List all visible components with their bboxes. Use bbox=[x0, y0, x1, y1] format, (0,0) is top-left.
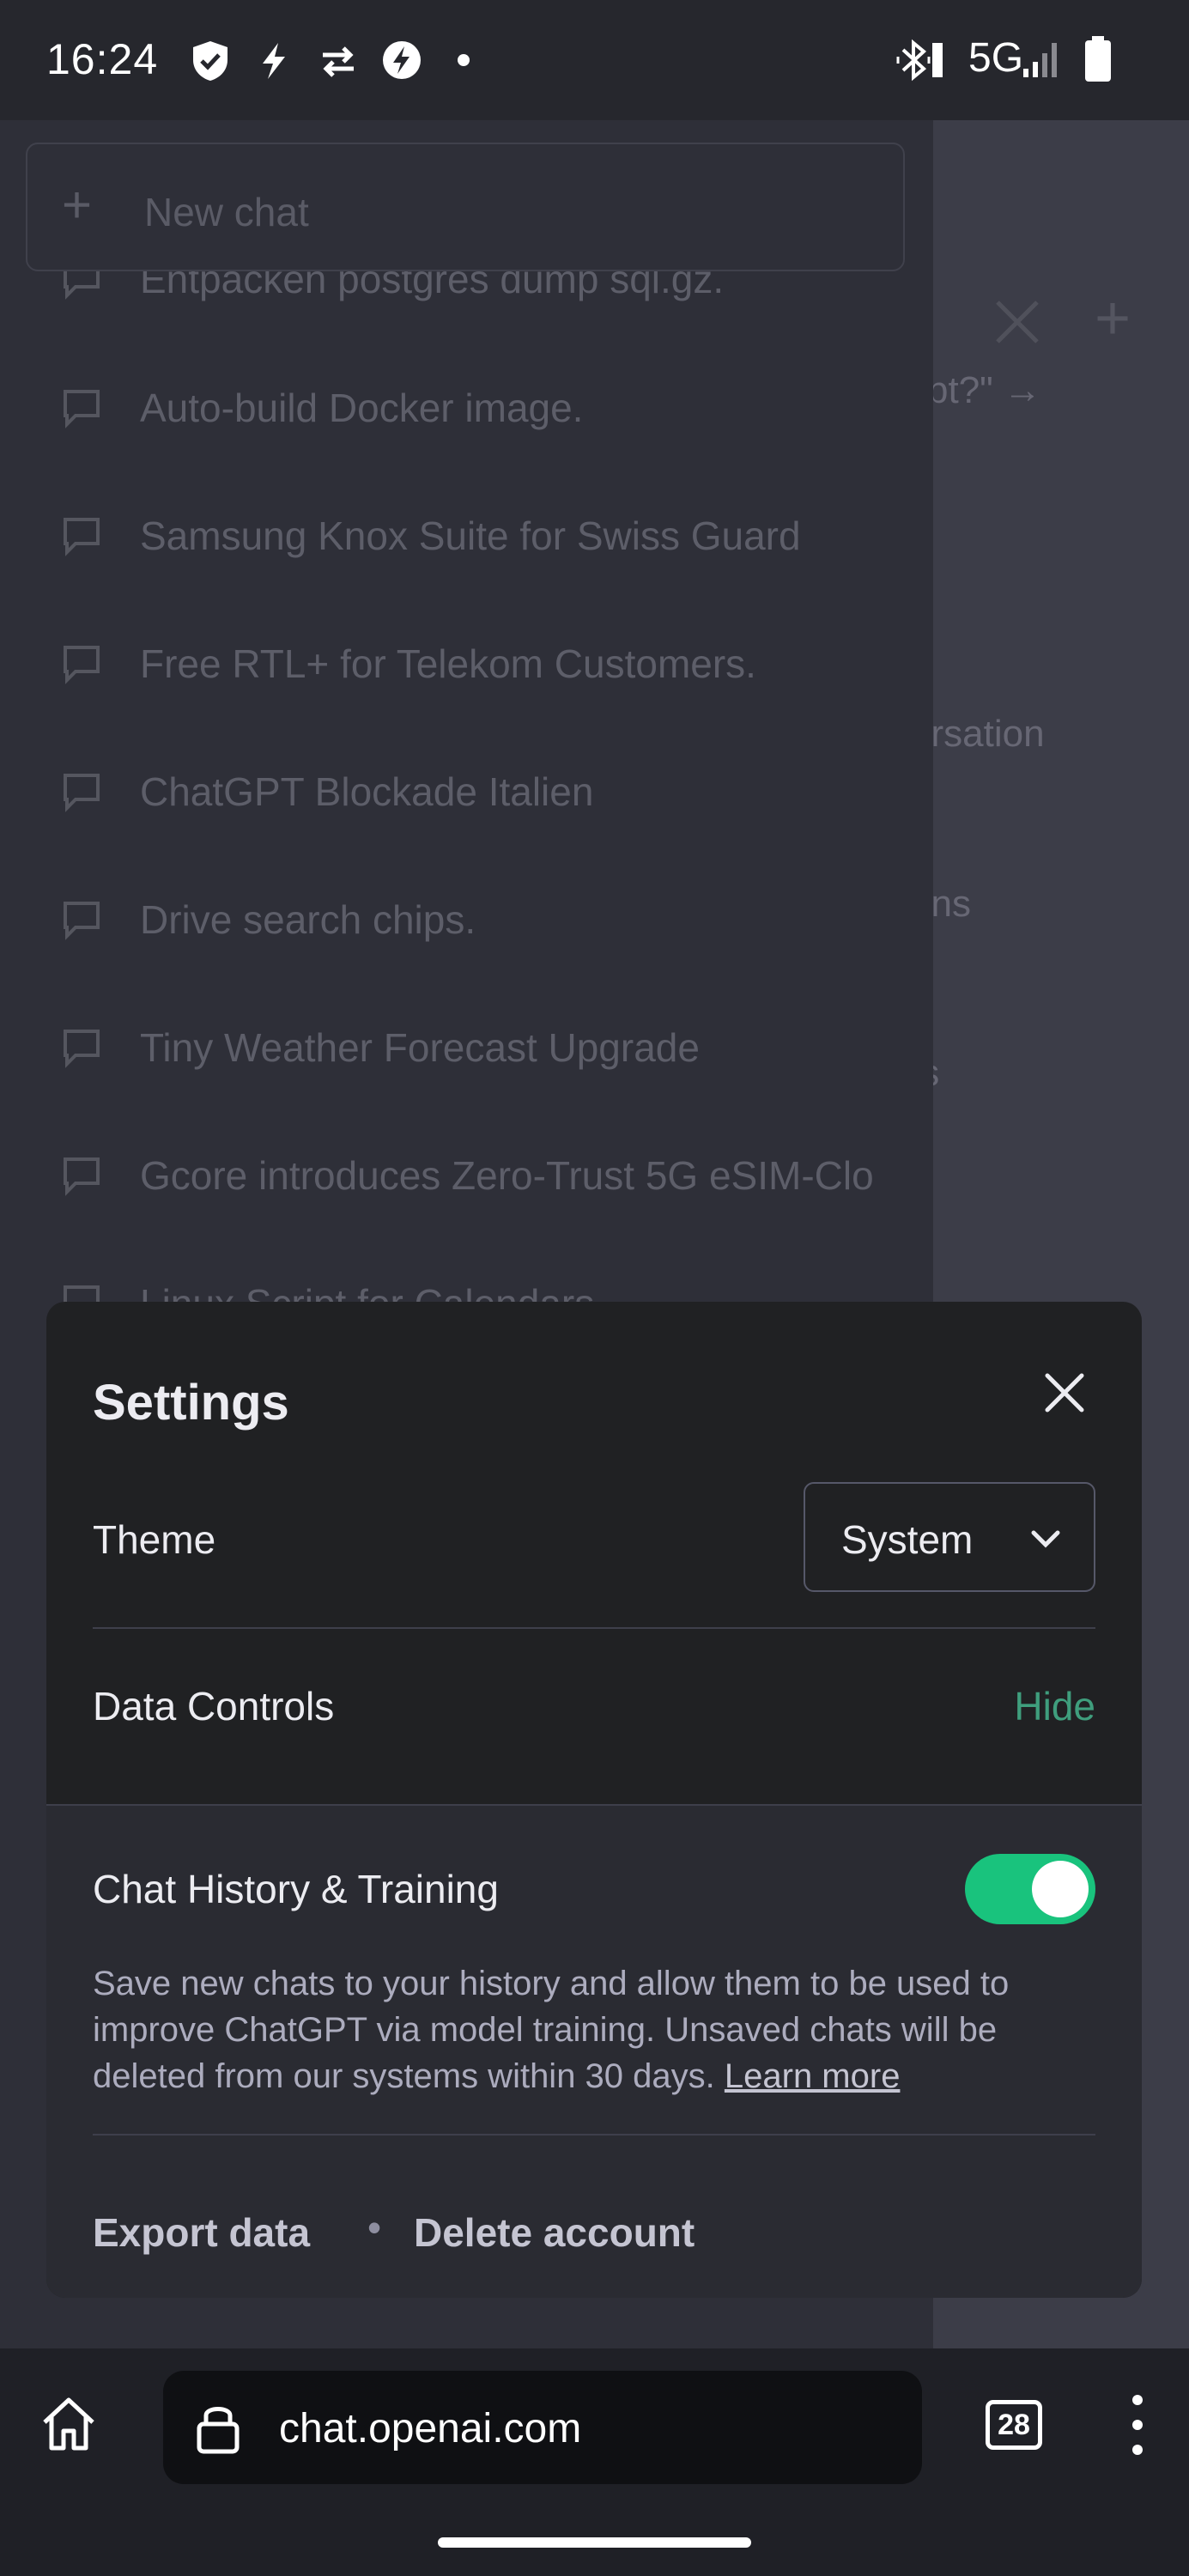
more-options-icon[interactable] bbox=[1125, 2395, 1150, 2464]
separator-dot: • bbox=[367, 2205, 382, 2250]
chat-bubble-icon bbox=[64, 902, 100, 940]
toggle-knob bbox=[1032, 1861, 1089, 1917]
divider bbox=[93, 1627, 1095, 1629]
status-bar: 16:24 5G bbox=[0, 0, 1189, 120]
history-item-label: Tiny Weather Forecast Upgrade bbox=[140, 1025, 700, 1070]
chat-history-toggle[interactable] bbox=[965, 1854, 1095, 1924]
dot-icon bbox=[458, 54, 470, 66]
address-bar[interactable]: chat.openai.com bbox=[163, 2371, 922, 2484]
sidebar-history-item[interactable]: Gcore introduces Zero-Trust 5G eSIM-Clo bbox=[0, 1128, 933, 1231]
history-item-label: Drive search chips. bbox=[140, 897, 476, 942]
bluetooth-vibrate-icon bbox=[896, 39, 943, 82]
browser-toolbar: chat.openai.com 28 bbox=[0, 2348, 1189, 2576]
chat-bubble-icon bbox=[64, 390, 100, 428]
network-type: 5G bbox=[968, 35, 1024, 81]
delete-account-button[interactable]: Delete account bbox=[414, 2209, 695, 2256]
plus-icon: + bbox=[62, 176, 93, 234]
chat-bubble-icon bbox=[64, 774, 100, 812]
theme-label: Theme bbox=[93, 1517, 216, 1562]
new-chat-plus-icon[interactable]: + bbox=[1095, 283, 1131, 354]
divider bbox=[93, 2134, 1095, 2136]
home-icon[interactable] bbox=[38, 2393, 100, 2455]
sidebar-history-item[interactable]: Tiny Weather Forecast Upgrade bbox=[0, 1000, 933, 1103]
battery-icon bbox=[1085, 36, 1111, 82]
settings-dialog: Settings Theme System Data Controls Hide… bbox=[46, 1302, 1142, 2298]
theme-select-value: System bbox=[841, 1517, 974, 1562]
close-sidebar-icon[interactable] bbox=[987, 292, 1047, 352]
close-icon[interactable] bbox=[1034, 1362, 1095, 1424]
shield-check-icon bbox=[193, 41, 227, 81]
transfer-arrows-icon bbox=[323, 46, 354, 77]
learn-more-link[interactable]: Learn more bbox=[725, 2057, 901, 2095]
settings-title: Settings bbox=[93, 1375, 289, 1431]
chat-history-label: Chat History & Training bbox=[93, 1867, 499, 1911]
hide-data-controls-link[interactable]: Hide bbox=[1014, 1683, 1095, 1729]
sidebar-history-item[interactable]: ChatGPT Blockade Italien bbox=[0, 744, 933, 848]
signal-icon bbox=[1023, 43, 1057, 77]
history-item-label: Free RTL+ for Telekom Customers. bbox=[140, 641, 756, 686]
chat-bubble-icon bbox=[64, 518, 100, 556]
data-controls-section: Chat History & Training Save new chats t… bbox=[46, 1804, 1142, 2298]
sidebar-history-item[interactable]: Drive search chips. bbox=[0, 872, 933, 975]
chat-bubble-icon bbox=[64, 1030, 100, 1068]
status-time: 16:24 bbox=[46, 35, 159, 83]
history-item-label: ChatGPT Blockade Italien bbox=[140, 769, 594, 814]
new-chat-button[interactable]: + New chat bbox=[26, 143, 905, 271]
chat-bubble-icon bbox=[64, 646, 100, 684]
data-controls-label: Data Controls bbox=[93, 1684, 335, 1728]
background-fragment: pt?" → bbox=[927, 369, 1042, 411]
theme-select[interactable]: System bbox=[804, 1482, 1095, 1592]
url-text: chat.openai.com bbox=[279, 2406, 582, 2451]
sidebar-history-item[interactable]: Free RTL+ for Telekom Customers. bbox=[0, 617, 933, 720]
chat-bubble-icon bbox=[64, 1157, 100, 1196]
bolt-circle-icon bbox=[383, 41, 421, 79]
export-data-button[interactable]: Export data bbox=[93, 2209, 310, 2256]
gesture-navigation-bar[interactable] bbox=[438, 2537, 751, 2548]
tab-switcher-button[interactable]: 28 bbox=[986, 2400, 1042, 2450]
history-item-label: Samsung Knox Suite for Swiss Guard bbox=[140, 513, 801, 558]
sidebar-history-item[interactable]: Samsung Knox Suite for Swiss Guard bbox=[0, 489, 933, 592]
history-item-label: Auto-build Docker image. bbox=[140, 386, 584, 430]
chevron-down-icon bbox=[1031, 1530, 1060, 1548]
history-item-label: Gcore introduces Zero-Trust 5G eSIM-Clo bbox=[140, 1153, 874, 1198]
sidebar-history-item[interactable]: Auto-build Docker image. bbox=[0, 361, 933, 464]
new-chat-label: New chat bbox=[144, 190, 309, 234]
flash-icon bbox=[263, 43, 285, 79]
chat-history-description: Save new chats to your history and allow… bbox=[93, 1960, 1080, 2099]
lock-icon[interactable] bbox=[192, 2400, 244, 2455]
